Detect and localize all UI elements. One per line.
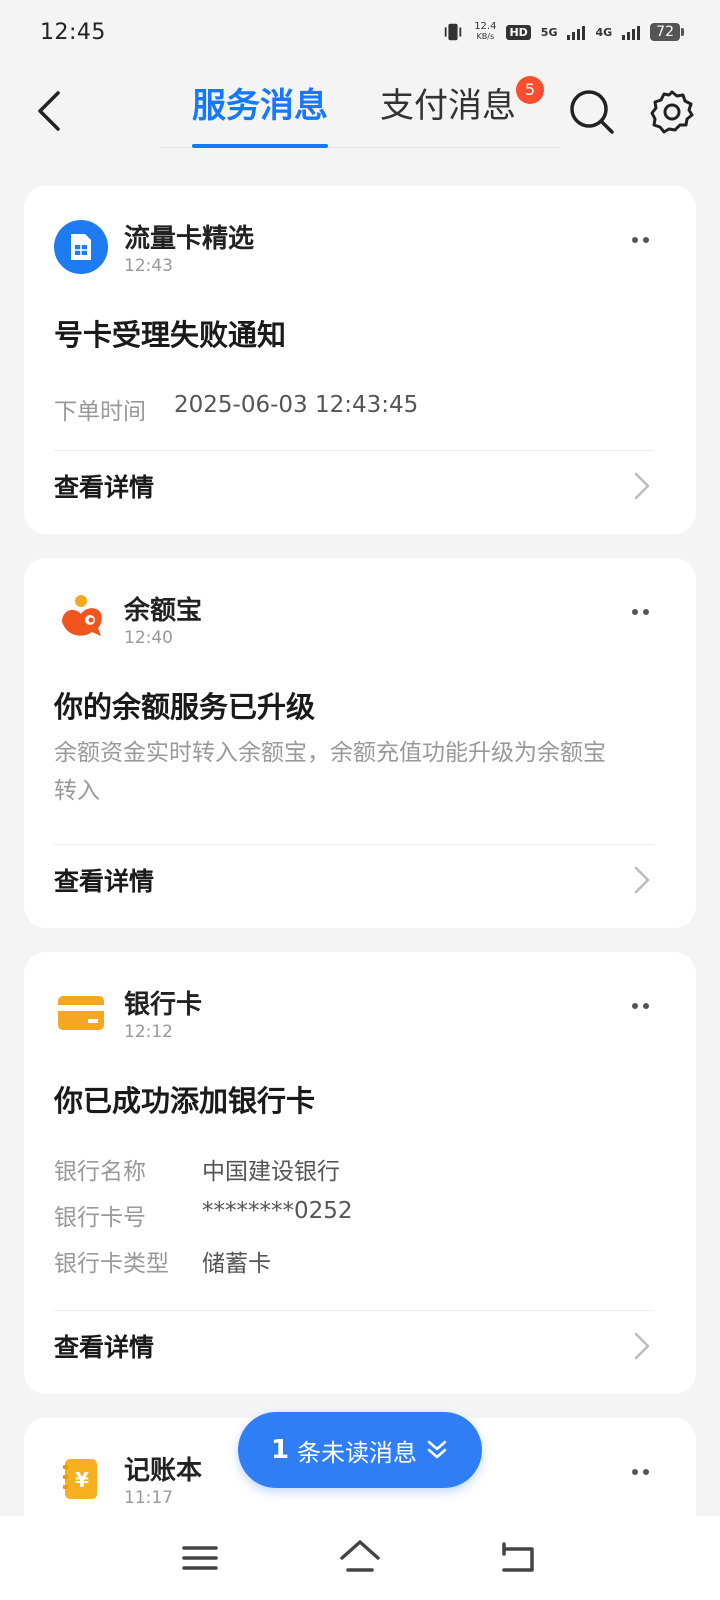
chevron-right-icon (634, 472, 650, 500)
field-label: 银行名称 (54, 1159, 146, 1185)
yuebao-icon (54, 592, 108, 646)
gear-icon (650, 90, 694, 134)
field-value: 储蓄卡 (202, 1251, 271, 1277)
field-value: ********0252 (202, 1198, 353, 1224)
tab-service-messages[interactable]: 服务消息 (192, 82, 328, 148)
more-icon[interactable] (620, 600, 660, 624)
bank-card-icon (54, 986, 108, 1040)
network-type-4g: 4G (595, 25, 613, 39)
divider (54, 450, 654, 451)
message-time: 12:40 (124, 628, 173, 648)
search-button[interactable] (568, 88, 616, 136)
card-header: 余额宝 12:40 (54, 590, 666, 650)
back-nav-icon[interactable] (496, 1536, 540, 1580)
message-card-sim[interactable]: 流量卡精选 12:43 号卡受理失败通知 下单时间 2025-06-03 12:… (24, 186, 696, 534)
chevron-right-icon (634, 1332, 650, 1360)
double-chevron-down-icon (427, 1440, 447, 1459)
status-time: 12:45 (40, 19, 106, 45)
field-value: 中国建设银行 (202, 1159, 340, 1185)
settings-button[interactable] (648, 88, 696, 136)
tab-payment-messages[interactable]: 支付消息 (380, 82, 516, 130)
view-details-label: 查看详情 (54, 867, 155, 896)
system-nav-bar (0, 1516, 720, 1600)
hd-icon: HD (506, 24, 531, 40)
battery-icon: 72 (650, 23, 684, 41)
message-time: 12:43 (124, 256, 173, 276)
view-details-button[interactable]: 查看详情 (54, 1316, 654, 1376)
chevron-left-icon (38, 91, 60, 131)
search-icon (570, 90, 614, 134)
message-tabs: 服务消息 支付消息 5 (160, 64, 560, 148)
view-details-label: 查看详情 (54, 473, 155, 502)
yen-icon: ¥ (75, 1468, 89, 1492)
unread-count: 1 (270, 1435, 290, 1465)
status-icons: 12.4 KB/s HD 5G 4G 72 (442, 21, 684, 43)
app-name: 余额宝 (124, 596, 203, 626)
menu-icon[interactable] (178, 1536, 222, 1580)
ledger-icon: ¥ (54, 1452, 108, 1506)
divider (54, 1310, 654, 1311)
card-header: 流量卡精选 12:43 (54, 218, 666, 278)
divider (54, 844, 654, 845)
app-name: 流量卡精选 (124, 224, 255, 254)
message-time: 12:12 (124, 1022, 173, 1042)
header: 服务消息 支付消息 5 (0, 64, 720, 156)
network-type-5g: 5G (540, 25, 558, 39)
home-icon[interactable] (338, 1536, 382, 1580)
message-time: 11:17 (124, 1488, 173, 1508)
message-description-line-1: 余额资金实时转入余额宝，余额充值功能升级为余额宝 (54, 740, 606, 766)
message-title: 你已成功添加银行卡 (54, 1084, 316, 1118)
message-card-bank[interactable]: 银行卡 12:12 你已成功添加银行卡 银行名称 中国建设银行 银行卡号 ***… (24, 952, 696, 1394)
signal-icon-2 (622, 24, 641, 40)
more-icon[interactable] (620, 994, 660, 1018)
unread-label: 条未读消息 (297, 1438, 418, 1467)
app-name: 银行卡 (124, 990, 203, 1020)
unread-badge: 5 (516, 76, 544, 104)
message-title: 号卡受理失败通知 (54, 318, 287, 352)
more-icon[interactable] (620, 228, 660, 252)
view-details-button[interactable]: 查看详情 (54, 456, 654, 516)
signal-icon (567, 24, 586, 40)
chevron-right-icon (634, 866, 650, 894)
message-card-yuebao[interactable]: 余额宝 12:40 你的余额服务已升级 余额资金实时转入余额宝，余额充值功能升级… (24, 558, 696, 928)
message-description-line-2: 转入 (54, 778, 100, 804)
more-icon[interactable] (620, 1460, 660, 1484)
view-details-button[interactable]: 查看详情 (54, 850, 654, 910)
back-button[interactable] (28, 86, 68, 136)
field-label: 下单时间 (54, 399, 146, 425)
status-bar: 12:45 12.4 KB/s HD 5G 4G 72 (0, 0, 720, 64)
message-title: 你的余额服务已升级 (54, 690, 316, 724)
view-details-label: 查看详情 (54, 1333, 155, 1362)
sim-card-icon (54, 220, 108, 274)
field-value: 2025-06-03 12:43:45 (174, 392, 419, 418)
network-speed: 12.4 KB/s (474, 21, 497, 42)
unread-messages-button[interactable]: 1 条未读消息 (238, 1412, 482, 1488)
app-name: 记账本 (124, 1456, 203, 1486)
field-label: 银行卡号 (54, 1205, 146, 1231)
field-label: 银行卡类型 (54, 1251, 169, 1277)
vibrate-icon (444, 23, 462, 41)
card-header: 银行卡 12:12 (54, 984, 666, 1044)
